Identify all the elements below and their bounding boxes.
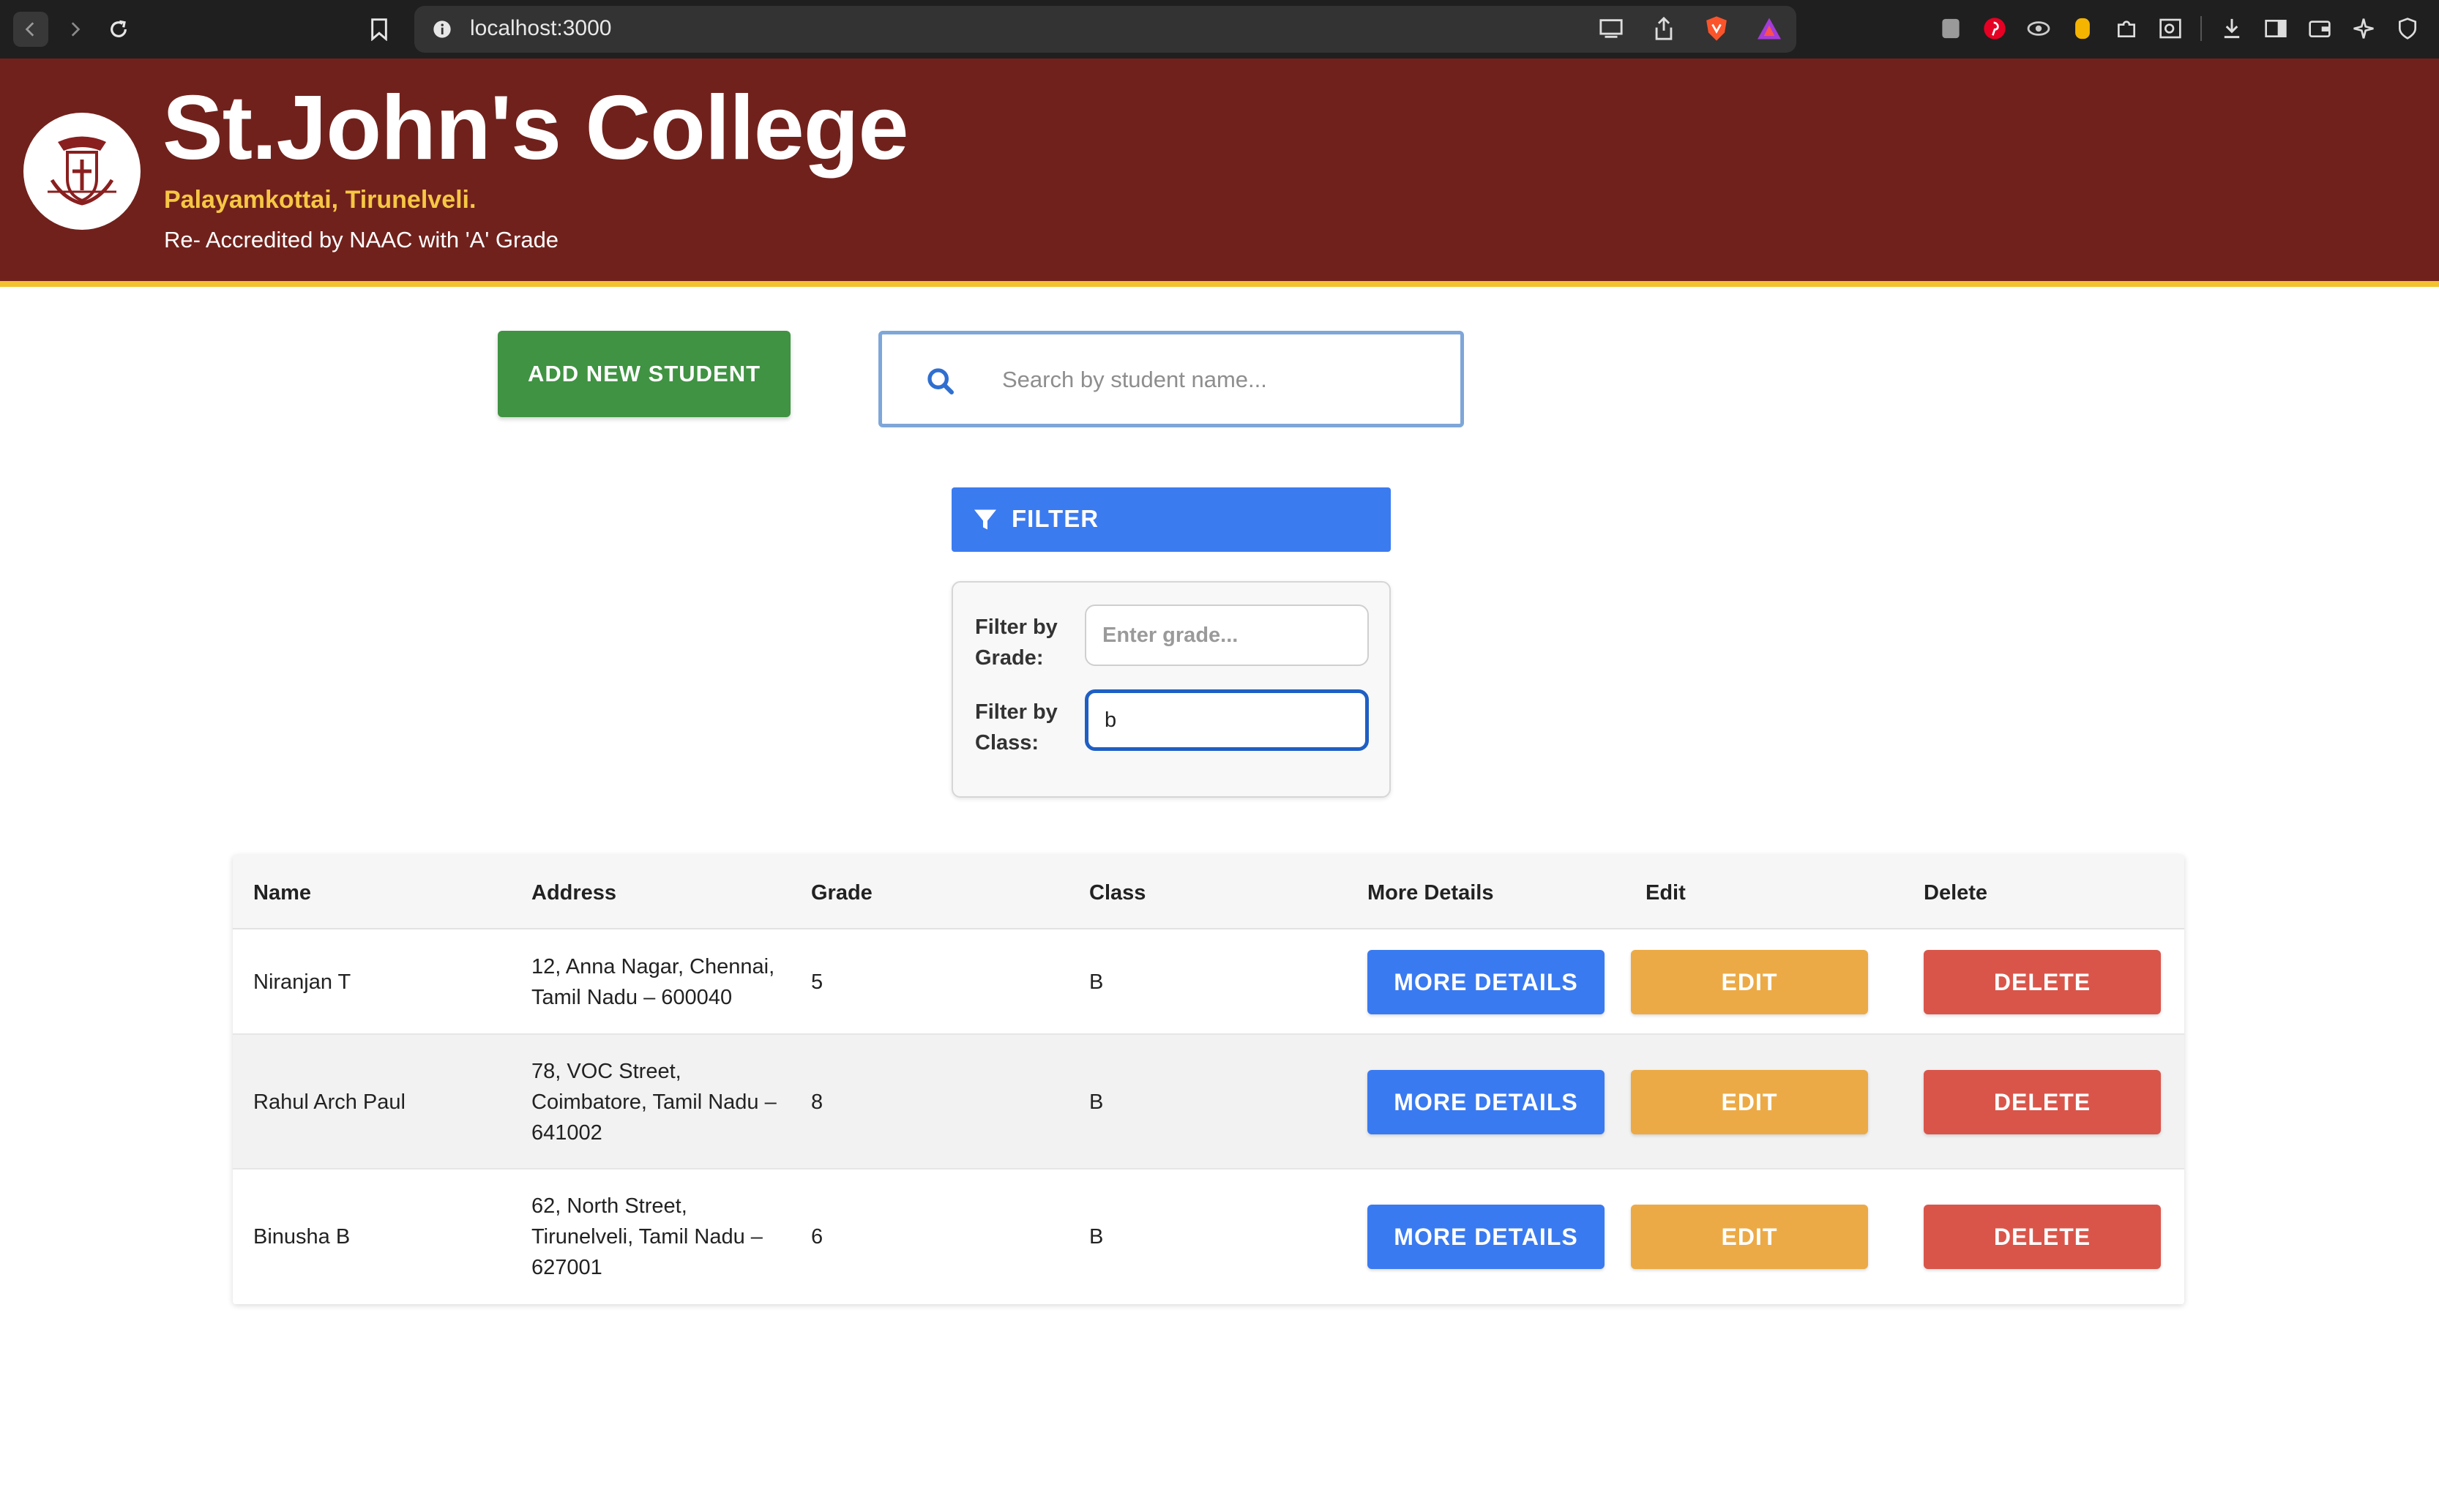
- bookmark-icon: [371, 18, 387, 41]
- cell-class: B: [1089, 1225, 1104, 1249]
- reader-mode-icon[interactable]: [2156, 15, 2184, 42]
- search-input[interactable]: [1002, 358, 1427, 402]
- cell-class: B: [1089, 970, 1104, 994]
- cell-class: B: [1089, 1090, 1104, 1114]
- extension-eye-icon[interactable]: [2025, 15, 2053, 42]
- funnel-icon: [974, 509, 996, 530]
- search-icon: [927, 368, 954, 394]
- reload-icon: [111, 20, 127, 37]
- header-grade: Grade: [811, 881, 873, 905]
- share-icon[interactable]: [1650, 15, 1678, 42]
- header-more-details: More Details: [1367, 881, 1494, 905]
- leo-ai-icon[interactable]: [2350, 15, 2378, 42]
- chevron-left-icon: [25, 22, 34, 37]
- header-delete: Delete: [1924, 881, 1988, 905]
- cast-icon[interactable]: [1597, 15, 1625, 42]
- cell-name: Binusha B: [253, 1225, 351, 1249]
- toolbar-separator: [2200, 16, 2202, 41]
- address-bar[interactable]: localhost:3000: [414, 6, 1796, 53]
- college-crest-icon: [48, 136, 116, 206]
- forward-button[interactable]: [57, 12, 92, 47]
- students-table: Name Address Grade Class More Details Ed…: [233, 855, 2184, 1304]
- cell-grade: 6: [811, 1225, 823, 1249]
- filter-class-input[interactable]: [1085, 689, 1369, 751]
- pinterest-icon[interactable]: [1981, 15, 2009, 42]
- vpn-icon[interactable]: [2394, 15, 2421, 42]
- college-location: Palayamkottai, Tirunelveli.: [164, 186, 477, 214]
- edit-button[interactable]: EDIT: [1631, 1070, 1868, 1134]
- cell-address: 78, VOC Street, Coimbatore, Tamil Nadu –…: [531, 1060, 777, 1145]
- table-row: Binusha B 62, North Street, Tirunelveli,…: [233, 1169, 2184, 1304]
- reload-button[interactable]: [101, 12, 136, 47]
- cell-name: Rahul Arch Paul: [253, 1090, 406, 1114]
- chevron-right-icon: [71, 22, 81, 37]
- header-class: Class: [1089, 881, 1146, 905]
- add-new-student-button[interactable]: ADD NEW STUDENT: [498, 331, 791, 417]
- brave-rewards-icon[interactable]: [1755, 15, 1783, 42]
- cell-address: 62, North Street, Tirunelveli, Tamil Nad…: [531, 1194, 763, 1279]
- filter-class-label: Filter by Class:: [975, 700, 1058, 755]
- delete-button[interactable]: DELETE: [1924, 1205, 2161, 1269]
- table-row: Niranjan T 12, Anna Nagar, Chennai, Tami…: [233, 929, 2184, 1035]
- cell-grade: 5: [811, 970, 823, 994]
- header-accent-stripe: [0, 281, 2439, 287]
- college-title: St.John's College: [163, 78, 908, 179]
- brave-shield-icon[interactable]: [1703, 15, 1730, 42]
- browser-toolbar: localhost:3000: [0, 0, 2439, 59]
- header-edit: Edit: [1646, 881, 1686, 905]
- back-button[interactable]: [13, 12, 48, 47]
- filter-button[interactable]: FILTER: [952, 487, 1391, 552]
- header-name: Name: [253, 881, 311, 905]
- extensions-puzzle-icon[interactable]: [2113, 15, 2140, 42]
- college-logo: [23, 113, 141, 230]
- more-details-button[interactable]: MORE DETAILS: [1367, 1070, 1605, 1134]
- download-icon[interactable]: [2218, 15, 2246, 42]
- more-details-button[interactable]: MORE DETAILS: [1367, 950, 1605, 1014]
- url-text: localhost:3000: [470, 16, 612, 40]
- edit-button[interactable]: EDIT: [1631, 950, 1868, 1014]
- wallet-icon[interactable]: [2306, 15, 2334, 42]
- filter-button-label: FILTER: [1012, 505, 1099, 532]
- cell-grade: 8: [811, 1090, 823, 1114]
- info-icon[interactable]: [432, 19, 452, 40]
- filter-panel: Filter by Grade: Filter by Class:: [952, 581, 1391, 798]
- cell-name: Niranjan T: [253, 970, 351, 994]
- table-row: Rahul Arch Paul 78, VOC Street, Coimbato…: [233, 1035, 2184, 1169]
- filter-grade-label: Filter by Grade:: [975, 615, 1058, 670]
- accreditation-text: Re- Accredited by NAAC with 'A' Grade: [164, 227, 559, 252]
- delete-button[interactable]: DELETE: [1924, 1070, 2161, 1134]
- header-address: Address: [531, 881, 617, 905]
- cell-address: 12, Anna Nagar, Chennai, Tamil Nadu – 60…: [531, 955, 775, 1009]
- more-details-button[interactable]: MORE DETAILS: [1367, 1205, 1605, 1269]
- delete-button[interactable]: DELETE: [1924, 950, 2161, 1014]
- edit-button[interactable]: EDIT: [1631, 1205, 1868, 1269]
- extension-shield-icon[interactable]: [1937, 15, 1965, 42]
- search-box[interactable]: [878, 331, 1464, 427]
- sidebar-icon[interactable]: [2262, 15, 2290, 42]
- extension-honey-icon[interactable]: [2069, 15, 2096, 42]
- filter-grade-input[interactable]: [1085, 605, 1369, 666]
- table-header: Name Address Grade Class More Details Ed…: [233, 855, 2184, 929]
- bookmark-button[interactable]: [365, 15, 394, 44]
